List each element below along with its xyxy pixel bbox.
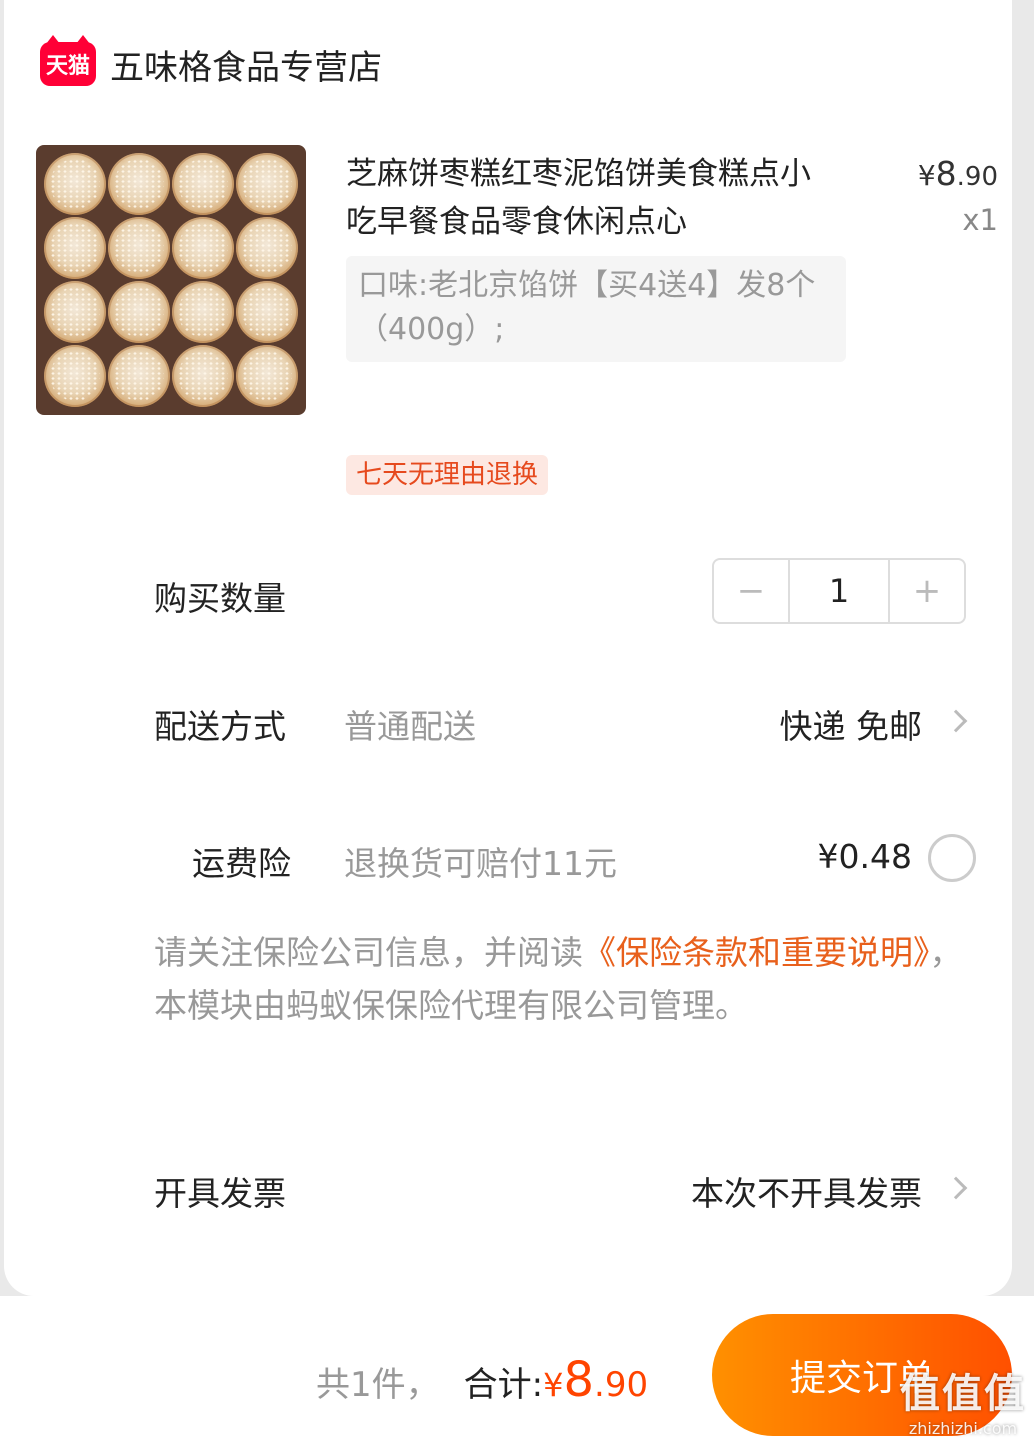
pastry (172, 281, 234, 343)
insurance-terms-link[interactable]: 《保险条款和重要说明》 (583, 933, 930, 972)
tmall-logo-icon: 天猫 (40, 35, 96, 86)
pastry (172, 153, 234, 215)
delivery-option[interactable]: 快递 免邮 (780, 700, 923, 748)
price-cents: .90 (956, 162, 998, 192)
product-image[interactable] (36, 145, 306, 415)
total-integer: 8 (563, 1352, 595, 1408)
quantity-label: 购买数量 (154, 579, 286, 618)
pastry (44, 153, 106, 215)
quantity-value[interactable]: 1 (788, 560, 890, 622)
product-title[interactable]: 芝麻饼枣糕红枣泥馅饼美食糕点小吃早餐食品零食休闲点心 (346, 150, 826, 246)
delivery-label: 配送方式 (154, 707, 286, 746)
pastry (108, 153, 170, 215)
sku-option[interactable]: 口味:老北京馅饼【买4送4】发8个（400g）; (346, 256, 846, 362)
insurance-label: 运费险 (192, 844, 291, 883)
quantity-stepper[interactable]: − 1 + (712, 558, 966, 624)
pastry (108, 345, 170, 407)
watermark-logo: 值值值 (900, 1371, 1026, 1417)
shop-header[interactable]: 天猫 五味格食品专营店 (40, 35, 382, 89)
pastry (44, 345, 106, 407)
insurance-price: ¥0.48 (817, 837, 912, 876)
pastry (108, 281, 170, 343)
pastry (236, 217, 298, 279)
delivery-method: 普通配送 (344, 707, 476, 746)
pastry (44, 281, 106, 343)
price-currency: ¥ (917, 159, 936, 192)
insurance-notice: 请关注保险公司信息，并阅读《保险条款和重要说明》，本模块由蚂蚁保保险代理有限公司… (154, 926, 978, 1032)
decrease-button[interactable]: − (714, 560, 788, 622)
invoice-label: 开具发票 (154, 1174, 286, 1213)
insurance-description: 退换货可赔付11元 (344, 844, 617, 883)
increase-button[interactable]: + (890, 560, 964, 622)
pastry (236, 153, 298, 215)
product-price: ¥8.90 x1 (918, 154, 998, 237)
pastry (236, 281, 298, 343)
item-quantity: x1 (962, 203, 998, 237)
notice-text: 请关注保险公司信息，并阅读 (154, 933, 583, 972)
total-label: 合计: (463, 1365, 544, 1405)
watermark-url: zhizhizhi.com (908, 1419, 1018, 1438)
insurance-radio[interactable] (928, 834, 976, 882)
item-count: 共1件， (316, 1365, 440, 1405)
pastry (44, 217, 106, 279)
watermark: 值值值 zhizhizhi.com (900, 1361, 1026, 1438)
order-summary: 共1件， 合计: ¥8.90 (316, 1352, 648, 1408)
pastry (108, 217, 170, 279)
total-amount: ¥8.90 (543, 1352, 648, 1408)
total-currency: ¥ (543, 1366, 564, 1404)
invoice-option[interactable]: 本次不开具发票 (691, 1167, 922, 1215)
price-integer: 8 (935, 154, 957, 193)
pastry (236, 345, 298, 407)
total-cents: .90 (594, 1365, 649, 1405)
pastry (172, 217, 234, 279)
pastry (172, 345, 234, 407)
shop-name[interactable]: 五味格食品专营店 (110, 40, 382, 89)
return-policy-tag: 七天无理由退换 (346, 455, 549, 495)
